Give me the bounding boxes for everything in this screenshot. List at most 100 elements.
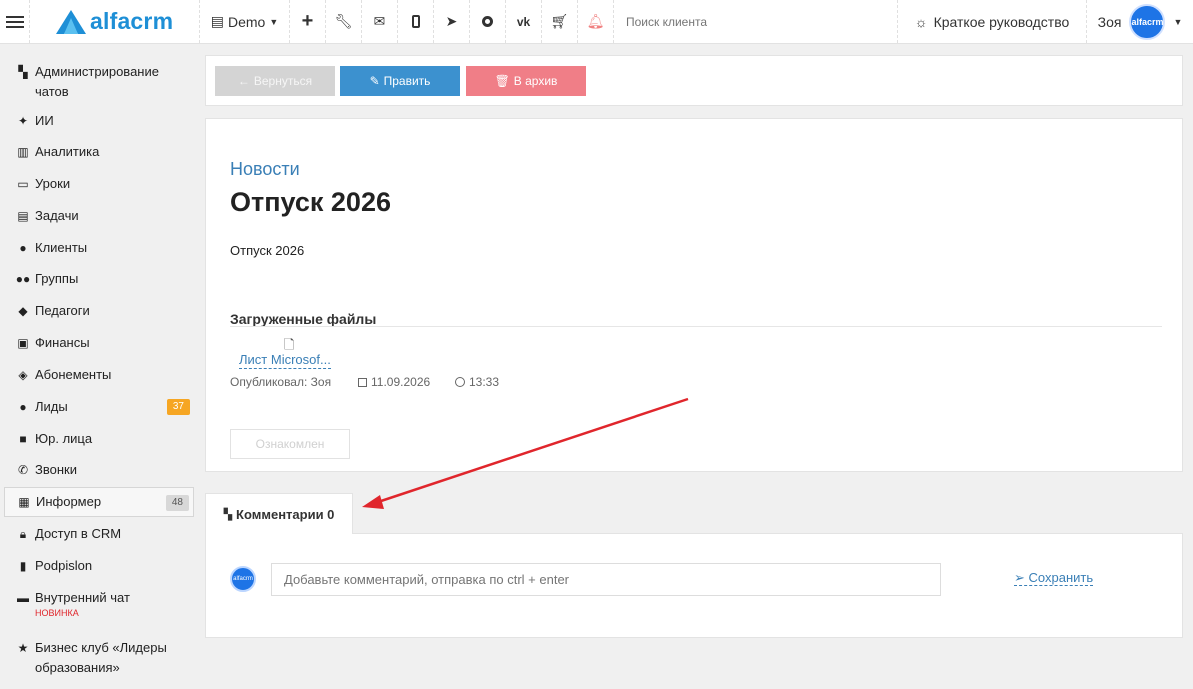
archive-button[interactable]: 🗑︎ В архив [466,66,586,96]
settings-button[interactable]: 🔧︎ [326,0,362,43]
sidebar-item-label: Звонки [35,462,77,477]
telegram-button[interactable]: ➤ [434,0,470,43]
comments-icon: ▚ [223,508,233,521]
document-icon: ▤ [210,13,224,29]
sidebar-item-label: Клиенты [35,240,88,255]
edit-button[interactable]: ✎ Править [340,66,460,96]
calendar-icon [358,377,367,387]
sidebar-item-legal-entities[interactable]: ■ Юр. лица [4,429,194,449]
user-icon: ● [19,241,27,255]
sidebar-item-text: Внутренний чат НОВИНКА [35,588,130,618]
briefcase-icon: ■ [19,432,27,446]
sidebar-item-ai[interactable]: ✦ ИИ [4,111,194,131]
sidebar-item-label: Группы [35,271,79,286]
sidebar-item-finance[interactable]: ▣ Финансы [4,333,194,353]
circle-icon [482,16,493,27]
arrow-left-icon: ← [237,74,250,88]
category-link[interactable]: Новости [230,159,300,180]
document-icon: ▮ [19,559,27,573]
menu-toggle-button[interactable] [0,0,30,43]
sidebar-item-label: ИИ [35,113,54,128]
trash-icon: 🗑︎ [494,74,510,88]
comment-input[interactable] [271,563,941,596]
article-panel: Новости Отпуск 2026 Отпуск 2026 Загружен… [205,118,1183,472]
lightbulb-icon: ☼ [914,13,928,30]
archive-button-label: В архив [513,74,558,88]
sidebar-item-leads[interactable]: ● Лиды 37 [4,397,194,417]
money-icon: ▣ [17,336,29,350]
sidebar-item-label: Абонементы [35,367,112,382]
published-by: Опубликовал: Зоя [230,375,331,389]
tab-comments[interactable]: ▚ Комментарии 0 [205,493,353,534]
sidebar-item-label: Педагоги [35,303,90,318]
sidebar-item-label: Аналитика [35,144,100,159]
publish-date: 11.09.2026 [358,375,430,389]
branch-select[interactable]: ▤ Demo ▼ [200,0,290,43]
action-toolbar: ← Вернуться ✎ Править 🗑︎ В архив [205,55,1183,106]
sidebar-item-label: Бизнес клуб «Лидеры образования» [35,640,167,675]
tag-icon: ◈ [18,368,28,382]
sidebar-item-internal-chat[interactable]: ▬ Внутренний чат НОВИНКА [4,588,194,618]
client-search-input[interactable] [626,14,866,29]
sidebar-item-label: Лиды [35,399,68,414]
chat-icon: ▬ [17,591,29,605]
star-icon: ★ [17,641,29,655]
plus-icon: + [301,10,314,32]
file-link[interactable]: Лист Microsof... [239,352,331,369]
sidebar-item-calls[interactable]: ✆ Звонки [4,460,194,480]
logo-icon [56,9,86,34]
sidebar-item-label: Информер [36,494,102,509]
sidebar-item-informer[interactable]: ▦ Информер 48 [4,487,194,517]
sidebar-item-tasks[interactable]: ▤ Задачи [4,206,194,226]
send-icon: ➢ [1014,570,1025,585]
article-body: Отпуск 2026 [230,243,305,258]
acknowledge-button[interactable]: Ознакомлен [230,429,350,459]
graduation-cap-icon: ◆ [18,304,28,318]
mail-button[interactable]: ✉ [362,0,398,43]
chats-icon: ▚ [18,65,28,79]
sidebar-item-label: Podpislon [35,558,93,573]
user-name: Зоя [1097,13,1122,30]
save-comment-link[interactable]: ➢ Сохранить [1014,570,1094,586]
client-search[interactable] [614,0,882,43]
sidebar-item-crm-access[interactable]: 🔒︎ Доступ в CRM [4,524,194,544]
user-menu[interactable]: Зоя alfacrm ▼ [1087,0,1193,43]
quick-guide-link[interactable]: ☼ Краткое руководство [897,0,1087,43]
clipboard-icon: ▤ [17,209,29,223]
odnoklassniki-button[interactable] [470,0,506,43]
avatar: alfacrm [1129,3,1166,40]
user-plus-icon: ● [19,400,27,414]
sidebar-item-groups[interactable]: ●● Группы [4,269,194,289]
sidebar-item-label: Администрирование чатов [35,64,159,99]
sidebar-item-business-club[interactable]: ★ Бизнес клуб «Лидеры образования» [4,638,194,678]
back-button[interactable]: ← Вернуться [215,66,335,96]
sidebar-item-label: Доступ в CRM [35,526,122,541]
cart-icon: 🛒︎ [550,13,569,29]
notifications-button[interactable]: 🔔︎ [578,0,614,43]
sidebar-item-subscriptions[interactable]: ◈ Абонементы [4,365,194,385]
edit-button-label: Править [383,74,431,88]
add-button[interactable]: + [290,0,326,43]
vk-icon: vk [516,14,531,29]
mobile-button[interactable] [398,0,434,43]
vk-button[interactable]: vk [506,0,542,43]
logo-text: alfacrm [90,8,174,34]
informer-count-badge: 48 [165,495,189,511]
sidebar-item-analytics[interactable]: ▥ Аналитика [4,142,194,162]
page-title: Отпуск 2026 [230,187,391,217]
publish-time: 13:33 [455,375,499,389]
sidebar-item-teachers[interactable]: ◆ Педагоги [4,301,194,321]
sidebar: ▚ Администрирование чатов ✦ ИИ ▥ Аналити… [0,44,196,689]
wrench-icon: 🔧︎ [334,13,353,29]
cart-button[interactable]: 🛒︎ [542,0,578,43]
branch-select-label: Demo [227,13,266,30]
sidebar-item-label: Уроки [35,176,71,191]
leads-count-badge: 37 [166,399,190,415]
envelope-icon: ✉ [373,13,386,29]
clock-icon [455,377,465,387]
sidebar-item-clients[interactable]: ● Клиенты [4,238,194,258]
sidebar-item-lessons[interactable]: ▭ Уроки [4,174,194,194]
sidebar-item-chat-admin[interactable]: ▚ Администрирование чатов [4,62,194,102]
logo[interactable]: alfacrm [30,0,200,43]
sidebar-item-podpislon[interactable]: ▮ Podpislon [4,556,194,576]
